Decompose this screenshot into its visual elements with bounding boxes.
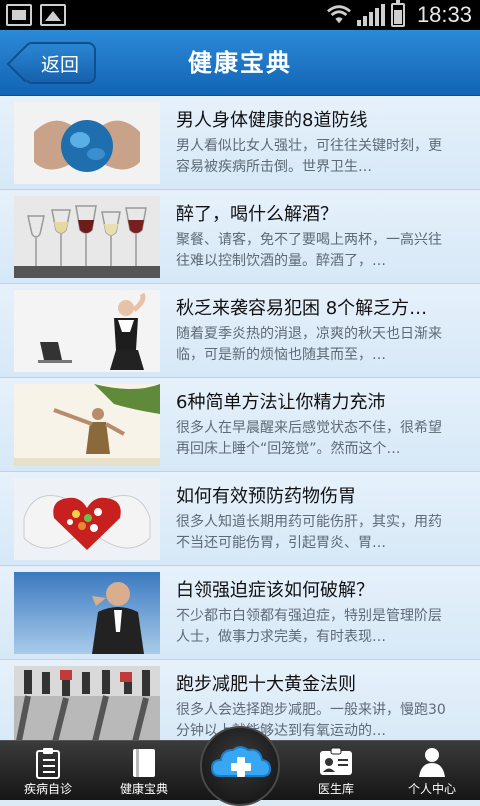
list-item[interactable]: 醉了，喝什么解酒？ 聚餐、请客，免不了要喝上两杯，一高兴往往难以控制饮酒的量。醉… xyxy=(0,190,480,284)
article-title: 白领强迫症该如何破解？ xyxy=(176,580,374,601)
article-title: 男人身体健康的8道防线 xyxy=(176,110,368,131)
list-item[interactable]: 秋乏来袭容易犯困 8个解乏方… 随着夏季炎热的消退，凉爽的秋天也日渐来临，可是新… xyxy=(0,284,480,378)
article-thumbnail xyxy=(14,102,160,184)
person-icon xyxy=(419,748,445,777)
article-thumbnail xyxy=(14,290,160,372)
back-button-label: 返回 xyxy=(40,53,79,76)
status-bar: 18:33 xyxy=(0,0,480,30)
wifi-icon xyxy=(326,5,351,24)
list-item[interactable]: 6种简单方法让你精力充沛 很多人在早晨醒来后感觉状态不佳，很希望再回床上睡个“回… xyxy=(0,378,480,472)
tab-doctor-library[interactable]: 医生库 xyxy=(288,741,384,801)
battery-icon xyxy=(390,0,405,27)
list-item[interactable]: 白领强迫症该如何破解？ 不少都市白领都有强迫症，特别是管理阶层人士，做事力求完美… xyxy=(0,566,480,660)
article-summary: 聚餐、请客，免不了要喝上两杯，一高兴往往难以控制饮酒的量。醉酒了，… xyxy=(176,232,442,269)
article-thumbnail xyxy=(14,196,160,278)
article-title: 秋乏来袭容易犯困 8个解乏方… xyxy=(176,298,428,319)
article-summary: 很多人在早晨醒来后感觉状态不佳，很希望再回床上睡个“回笼觉”。然而这个… xyxy=(176,420,442,457)
cloud-plus-icon xyxy=(210,746,272,777)
center-add-button[interactable] xyxy=(200,726,280,806)
clock: 18:33 xyxy=(416,2,472,27)
clipboard-icon xyxy=(36,748,60,779)
list-item[interactable]: 男人身体健康的8道防线 男人看似比女人强壮，可往往关键时刻，更容易被疾病所击倒。… xyxy=(0,96,480,190)
article-list[interactable]: 男人身体健康的8道防线 男人看似比女人强壮，可往往关键时刻，更容易被疾病所击倒。… xyxy=(0,96,480,740)
tab-label: 疾病自诊 xyxy=(23,782,72,796)
doctor-id-icon xyxy=(320,747,352,775)
tab-personal-center[interactable]: 个人中心 xyxy=(384,741,480,801)
header-bar: 健康宝典 返回 xyxy=(0,30,480,96)
tab-self-diagnosis[interactable]: 疾病自诊 xyxy=(0,741,96,801)
article-thumbnail xyxy=(14,384,160,466)
tab-health-guide[interactable]: 健康宝典 xyxy=(96,741,192,801)
image-notification-icon xyxy=(40,4,66,26)
article-title: 跑步减肥十大黄金法则 xyxy=(176,674,356,695)
book-icon xyxy=(133,749,155,777)
article-title: 醉了，喝什么解酒？ xyxy=(176,204,338,225)
signal-icon xyxy=(356,4,385,26)
article-summary: 很多人知道长期用药可能伤肝，其实，用药不当还可能伤胃，引起胃炎、胃… xyxy=(176,514,442,551)
article-summary: 男人看似比女人强壮，可往往关键时刻，更容易被疾病所击倒。世界卫生… xyxy=(176,138,442,175)
tab-label: 医生库 xyxy=(317,782,354,796)
article-thumbnail xyxy=(14,478,160,560)
article-summary: 随着夏季炎热的消退，凉爽的秋天也日渐来临，可是新的烦恼也随其而至，… xyxy=(176,326,442,363)
back-button[interactable]: 返回 xyxy=(24,42,96,84)
article-title: 6种简单方法让你精力充沛 xyxy=(176,392,386,413)
article-summary: 不少都市白领都有强迫症，特别是管理阶层人士，做事力求完美，有时表现… xyxy=(176,608,442,645)
tab-label: 健康宝典 xyxy=(119,782,168,796)
article-thumbnail xyxy=(14,666,160,740)
article-title: 如何有效预防药物伤胃 xyxy=(176,486,356,507)
tab-label: 个人中心 xyxy=(407,782,456,796)
article-thumbnail xyxy=(14,572,160,654)
list-item[interactable]: 如何有效预防药物伤胃 很多人知道长期用药可能伤肝，其实，用药不当还可能伤胃，引起… xyxy=(0,472,480,566)
sd-card-icon xyxy=(6,4,32,26)
